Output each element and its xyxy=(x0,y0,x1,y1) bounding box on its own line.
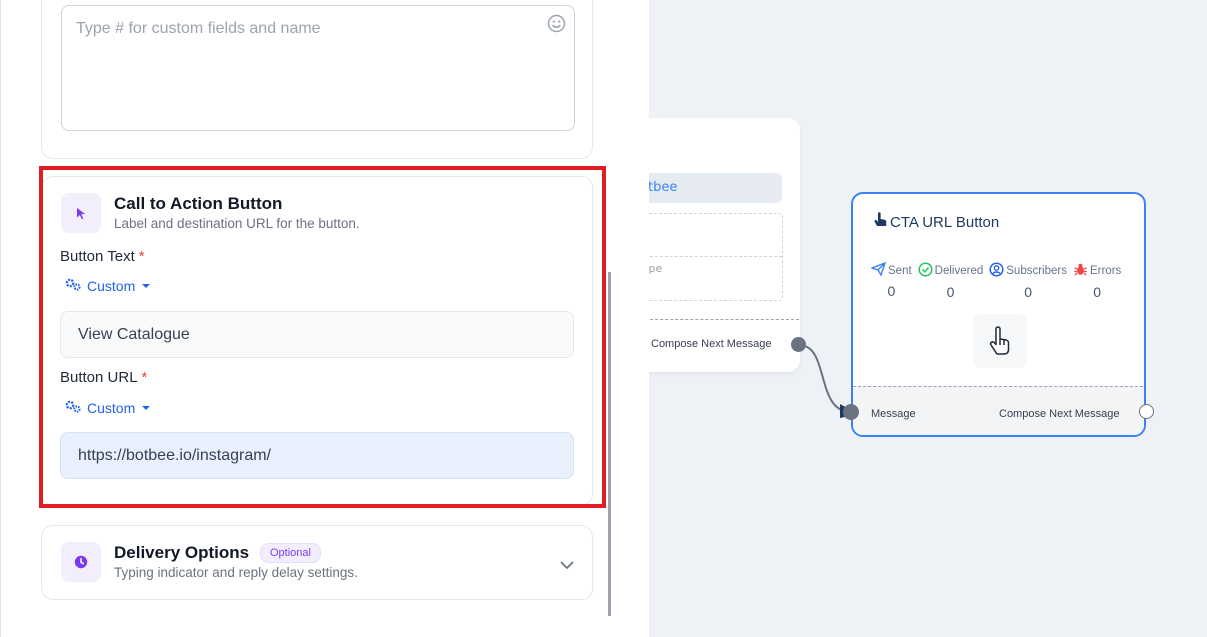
output-port[interactable] xyxy=(1139,404,1154,419)
smiley-icon[interactable] xyxy=(547,14,566,37)
stat-value: 0 xyxy=(1024,284,1032,300)
cta-url-node[interactable]: CTA URL Button Sent 0 Delivered 0 Subscr… xyxy=(851,192,1146,437)
hand-pointer-icon xyxy=(973,314,1027,368)
message-textarea[interactable]: Type # for custom fields and name xyxy=(61,5,575,131)
stat-label: Subscribers xyxy=(1006,265,1067,277)
stat-label: Sent xyxy=(888,264,912,277)
stat-errors: Errors 0 xyxy=(1073,262,1121,300)
node-output-label: Compose Next Message xyxy=(999,408,1120,420)
panel-scrollbar[interactable] xyxy=(608,272,611,616)
message-card: Type # for custom fields and name xyxy=(41,0,593,159)
stat-label: Errors xyxy=(1089,265,1122,277)
hand-pointer-icon xyxy=(873,212,888,232)
paper-plane-icon xyxy=(869,261,887,279)
input-port[interactable] xyxy=(843,404,859,420)
settings-panel: Type # for custom fields and name Call t… xyxy=(0,0,649,637)
node-title-text: CTA URL Button xyxy=(890,213,1000,231)
stat-value: 0 xyxy=(946,284,955,300)
node-stats: Sent 0 Delivered 0 Subscribers 0 Errors … xyxy=(869,261,1121,300)
stat-subscribers: Subscribers 0 xyxy=(989,262,1067,300)
delivery-subtitle: Typing indicator and reply delay setting… xyxy=(114,565,358,580)
check-circle-icon xyxy=(918,262,933,280)
output-port[interactable] xyxy=(791,337,806,352)
textarea-placeholder: Type # for custom fields and name xyxy=(76,20,321,37)
chevron-down-icon[interactable] xyxy=(559,555,575,574)
delivery-title: Delivery Options xyxy=(114,543,250,562)
stat-value: 0 xyxy=(1093,284,1102,300)
bug-icon xyxy=(1073,262,1088,280)
node-title: CTA URL Button xyxy=(873,212,999,232)
user-circle-icon xyxy=(989,262,1004,280)
optional-badge: Optional xyxy=(260,543,321,563)
node-input-label: Message xyxy=(871,408,916,420)
stat-delivered: Delivered 0 xyxy=(918,262,984,300)
clock-icon xyxy=(61,542,101,582)
highlight-box xyxy=(39,166,606,508)
stat-value: 0 xyxy=(887,283,896,299)
stat-label: Delivered xyxy=(934,265,984,277)
stat-sent: Sent 0 xyxy=(869,261,912,300)
